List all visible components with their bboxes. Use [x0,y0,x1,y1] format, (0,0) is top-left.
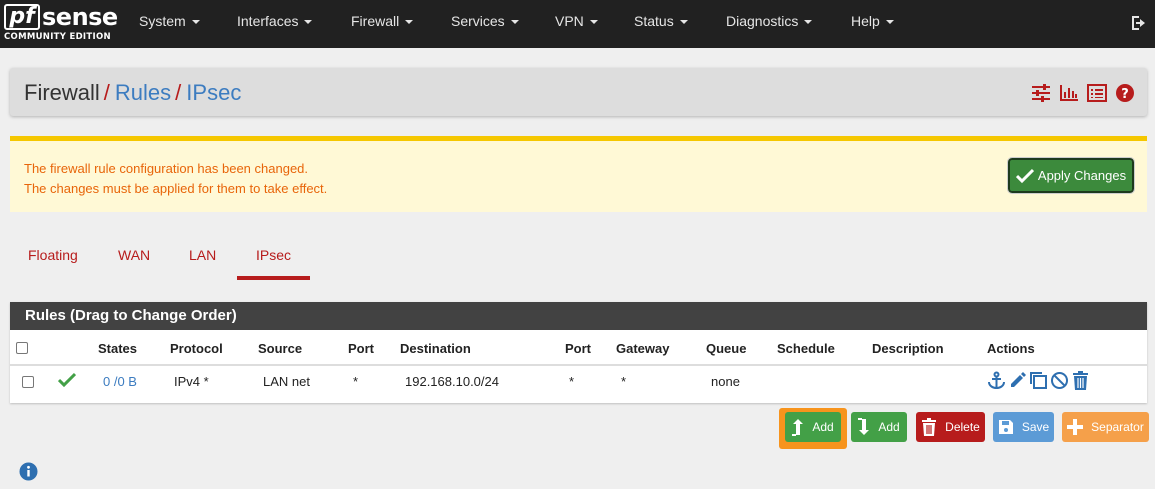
caret-down-icon [405,20,414,25]
breadcrumb-separator: / [103,80,110,105]
save-button[interactable]: Save [993,412,1054,442]
caret-down-icon [804,20,813,25]
nav-vpn[interactable]: VPN [555,13,598,29]
col-header-gateway[interactable]: Gateway [616,341,669,356]
nav-help[interactable]: Help [851,13,894,29]
tab-lan[interactable]: LAN [189,247,216,263]
breadcrumb-firewall: Firewall [24,80,100,105]
header-divider [10,364,1147,366]
svg-text:?: ? [1121,87,1129,102]
check-icon[interactable] [57,372,77,388]
ban-icon[interactable] [1050,371,1069,390]
alert-line-1: The firewall rule configuration has been… [24,161,309,176]
col-header-source-port[interactable]: Port [348,341,374,356]
col-header-states[interactable]: States [98,341,137,356]
anchor-icon[interactable] [987,371,1006,390]
logo-sense: sense [42,3,118,31]
col-header-source[interactable]: Source [258,341,302,356]
changes-alert: The firewall rule configuration has been… [10,136,1147,212]
rule-queue: none [711,374,740,389]
add-rule-bottom-button[interactable]: Add [851,412,907,442]
add-top-label: Add [812,420,834,434]
save-icon [998,420,1013,434]
sliders-icon[interactable] [1031,83,1051,103]
top-navbar: pf sense COMMUNITY EDITION System Interf… [0,0,1155,48]
rule-states[interactable]: 0 /0 B [103,374,137,389]
nav-status[interactable]: Status [634,13,688,29]
alert-line-2: The changes must be applied for them to … [24,181,328,196]
select-all-checkbox[interactable] [16,342,28,354]
rule-destination: 192.168.10.0/24 [405,374,499,389]
rule-source: LAN net [263,374,310,389]
delete-label: Delete [945,420,980,434]
apply-changes-label: Apply Changes [1037,168,1127,183]
col-header-queue[interactable]: Queue [706,341,746,356]
col-header-destination[interactable]: Destination [400,341,471,356]
arrow-up-icon [792,419,804,436]
pfsense-logo[interactable]: pf sense COMMUNITY EDITION [4,3,118,44]
tab-floating[interactable]: Floating [28,247,78,263]
copy-icon[interactable] [1029,371,1048,390]
sign-out-icon[interactable] [1130,13,1150,33]
caret-down-icon [304,20,313,25]
col-header-protocol[interactable]: Protocol [170,341,223,356]
pencil-icon[interactable] [1008,371,1027,390]
info-icon[interactable] [19,462,38,481]
nav-interfaces[interactable]: Interfaces [237,13,313,29]
breadcrumb-separator: / [175,80,182,105]
list-icon[interactable] [1087,83,1107,103]
rule-gateway: * [621,374,627,389]
save-label: Save [1021,420,1050,434]
apply-changes-button[interactable]: Apply Changes [1007,157,1135,194]
trash-icon [922,418,937,436]
rule-source-port: * [353,374,359,389]
tab-ipsec[interactable]: IPsec [256,247,291,263]
caret-down-icon [510,20,519,25]
rule-checkbox[interactable] [22,376,34,388]
trash-icon[interactable] [1071,371,1090,390]
header-icons: ? [1023,83,1135,103]
col-header-actions: Actions [987,341,1035,356]
caret-down-icon [885,20,894,25]
plus-icon [1067,419,1084,435]
breadcrumb-ipsec[interactable]: IPsec [186,80,241,105]
rules-panel-title: Rules (Drag to Change Order) [10,302,1147,330]
caret-down-icon [679,20,688,25]
separator-button[interactable]: Separator [1062,412,1149,442]
logo-pf: pf [4,4,40,30]
arrow-down-icon [858,418,870,435]
col-header-dest-port[interactable]: Port [565,341,591,356]
nav-diagnostics[interactable]: Diagnostics [726,13,813,29]
caret-down-icon [589,20,598,25]
tab-wan[interactable]: WAN [118,247,150,263]
add-rule-top-button[interactable]: Add [785,412,841,442]
caret-down-icon [191,20,200,25]
delete-button[interactable]: Delete [916,412,985,442]
rule-protocol: IPv4 * [174,374,209,389]
rule-actions [987,371,1092,391]
active-tab-indicator [237,276,310,280]
nav-services[interactable]: Services [451,13,519,29]
alert-message: The firewall rule configuration has been… [24,159,327,199]
breadcrumb-rules[interactable]: Rules [115,80,171,105]
col-header-schedule[interactable]: Schedule [777,341,835,356]
separator-label: Separator [1091,420,1144,434]
bar-chart-icon[interactable] [1059,83,1079,103]
breadcrumb: Firewall / Rules / IPsec [24,80,241,106]
breadcrumb-panel: Firewall / Rules / IPsec ? [10,68,1147,116]
logo-edition: COMMUNITY EDITION [4,32,111,42]
rule-dest-port: * [569,374,575,389]
question-circle-icon[interactable]: ? [1115,83,1135,103]
add-bottom-label: Add [878,420,900,434]
nav-system[interactable]: System [139,13,200,29]
rules-panel: Rules (Drag to Change Order) States Prot… [10,302,1147,403]
check-icon [1015,168,1034,183]
col-header-description[interactable]: Description [872,341,944,356]
nav-firewall[interactable]: Firewall [351,13,414,29]
